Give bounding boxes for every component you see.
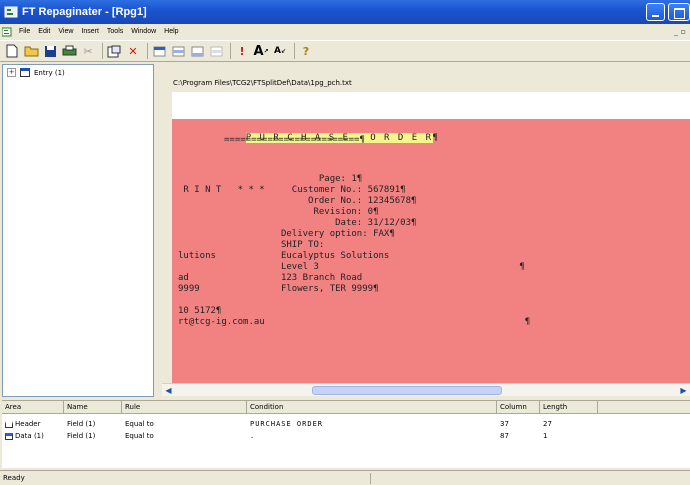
new-icon[interactable] xyxy=(4,43,20,59)
file-path: C:\Program Files\TCG2\FTSplitDef\Data\1p… xyxy=(170,76,690,90)
doc-line: Level 3 ¶ xyxy=(178,262,525,272)
col-rule[interactable]: Rule xyxy=(122,401,247,414)
tree-item-entry[interactable]: + Entry (1) xyxy=(3,65,153,80)
title-underline: =========================¶ xyxy=(224,135,365,145)
title-bar: FT Repaginater - [Rpg1] xyxy=(0,0,690,24)
menu-file[interactable]: File xyxy=(15,28,34,35)
cell-length: 1 xyxy=(543,432,548,440)
cell-name: Field (1) xyxy=(67,420,96,428)
cell-rule: Equal to xyxy=(125,432,154,440)
doc-line: SHIP TO: xyxy=(178,240,325,250)
open-icon[interactable] xyxy=(23,43,39,59)
header-area-icon xyxy=(5,420,13,428)
status-panel xyxy=(370,473,688,484)
col-length[interactable]: Length xyxy=(540,401,598,414)
scroll-left-icon[interactable]: ◀ xyxy=(163,385,174,396)
doc-line: Revision: 0¶ xyxy=(178,207,379,217)
col-condition[interactable]: Condition xyxy=(247,401,497,414)
pilcrow: ¶ xyxy=(432,133,438,143)
data-area-icon xyxy=(5,432,13,440)
doc-line: lutions Eucalyptus Solutions xyxy=(178,251,390,261)
doc-line: Order No.: 12345678¶ xyxy=(178,196,417,206)
status-text: Ready xyxy=(3,474,25,482)
area-data-icon[interactable] xyxy=(170,43,186,59)
font-smaller-icon[interactable]: A ↙ xyxy=(272,43,288,59)
cut-icon[interactable]: ✂ xyxy=(80,43,96,59)
toolbar-separator xyxy=(230,43,231,59)
cell-area: Data (1) xyxy=(2,431,44,442)
menu-edit[interactable]: Edit xyxy=(34,28,54,35)
list-header: Area Name Rule Condition Column Length xyxy=(2,401,690,414)
toolbar: ✂ ✕ ! A ↗ A ↙ ? xyxy=(0,40,690,62)
col-name[interactable]: Name xyxy=(64,401,122,414)
cell-column: 37 xyxy=(500,420,509,428)
delete-icon[interactable]: ✕ xyxy=(125,43,141,59)
doc-line: 9999 Flowers, TER 9999¶ xyxy=(178,284,379,294)
cell-condition: PURCHASE ORDER xyxy=(250,420,324,428)
horizontal-scrollbar[interactable]: ◀ ▶ xyxy=(162,383,690,396)
app-icon xyxy=(4,6,18,18)
col-column[interactable]: Column xyxy=(497,401,540,414)
minimize-button[interactable] xyxy=(646,3,665,21)
doc-line: Date: 31/12/03¶ xyxy=(178,218,417,228)
toolbar-separator xyxy=(147,43,148,59)
save-icon[interactable] xyxy=(42,43,58,59)
splitter[interactable] xyxy=(160,76,170,386)
exclamation-icon[interactable]: ! xyxy=(234,43,250,59)
menu-tools[interactable]: Tools xyxy=(103,28,127,35)
menu-insert[interactable]: Insert xyxy=(77,28,103,35)
help-icon[interactable]: ? xyxy=(298,43,314,59)
document-view[interactable]: P U R C H A S E O R D E R¶ =============… xyxy=(172,119,690,383)
entry-icon xyxy=(20,68,30,77)
table-row[interactable]: Header Field (1) Equal to PURCHASE ORDER… xyxy=(2,419,690,430)
table-row[interactable]: Data (1) Field (1) Equal to . 87 1 xyxy=(2,431,690,442)
cell-column: 87 xyxy=(500,432,509,440)
document-menu-icon[interactable] xyxy=(2,27,12,37)
area-other-icon[interactable] xyxy=(208,43,224,59)
properties-icon[interactable] xyxy=(106,43,122,59)
area-footer-icon[interactable] xyxy=(189,43,205,59)
window-title: FT Repaginater - [Rpg1] xyxy=(22,6,147,18)
cell-rule: Equal to xyxy=(125,420,154,428)
doc-line: rt@tcg-ig.com.au ¶ xyxy=(178,317,531,327)
font-larger-icon[interactable]: A ↗ xyxy=(253,43,269,59)
scroll-right-icon[interactable]: ▶ xyxy=(678,385,689,396)
cell-area: Header xyxy=(2,419,41,430)
print-icon[interactable] xyxy=(61,43,77,59)
area-header-icon[interactable] xyxy=(151,43,167,59)
menu-bar: File Edit View Insert Tools Window Help … xyxy=(0,24,690,39)
rules-list: Area Name Rule Condition Column Length H… xyxy=(2,400,690,468)
cell-length: 27 xyxy=(543,420,552,428)
menu-window[interactable]: Window xyxy=(127,28,160,35)
cell-condition: . xyxy=(250,432,256,440)
menu-help[interactable]: Help xyxy=(160,28,182,35)
mdi-controls[interactable]: _ ▫ xyxy=(674,27,686,36)
toolbar-separator xyxy=(294,43,295,59)
menu-view[interactable]: View xyxy=(54,28,77,35)
tree-item-label: Entry (1) xyxy=(34,68,65,77)
doc-line: R I N T * * * Customer No.: 567891¶ xyxy=(178,185,406,195)
doc-line: Page: 1¶ xyxy=(178,174,363,184)
scrollbar-thumb[interactable] xyxy=(312,386,502,395)
status-bar: Ready xyxy=(0,470,690,485)
maximize-button[interactable] xyxy=(668,3,690,21)
doc-line: 10 5172¶ xyxy=(178,306,222,316)
doc-line: ad 123 Branch Road xyxy=(178,273,363,283)
cell-name: Field (1) xyxy=(67,432,96,440)
document-header-area xyxy=(172,92,690,119)
col-area[interactable]: Area xyxy=(2,401,64,414)
entry-tree: + Entry (1) xyxy=(2,64,154,397)
expand-icon[interactable]: + xyxy=(7,68,16,77)
doc-line: Delivery option: FAX¶ xyxy=(178,229,395,239)
toolbar-separator xyxy=(102,43,103,59)
